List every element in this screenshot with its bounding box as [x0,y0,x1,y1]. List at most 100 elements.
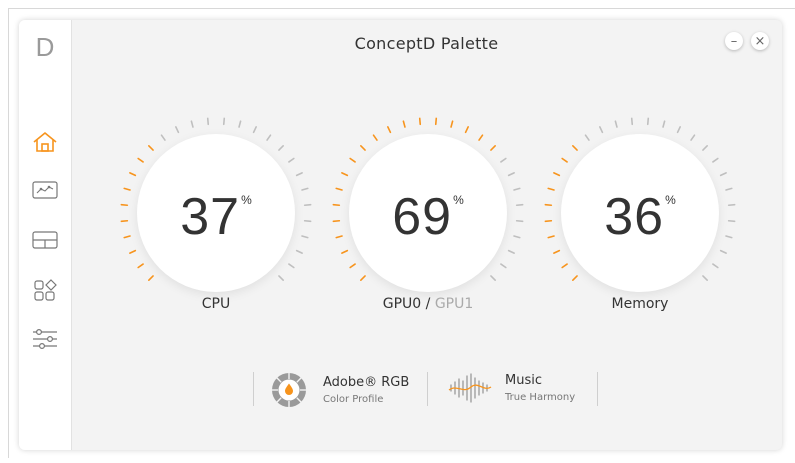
gauge-tick [478,134,484,141]
gauge-tick [123,235,131,239]
gpu-label: GPU0 / GPU1 [328,296,528,312]
gauge-tick [690,134,696,141]
gauge-tick [553,172,561,177]
gauge-tick [332,219,341,223]
sidebar-item-monitor[interactable] [30,178,60,202]
gauge-tick [646,117,650,126]
sidebar-item-home[interactable] [30,130,60,154]
memory-label: Memory [540,296,740,312]
gauge-tick [137,157,144,163]
gauge-tick [120,219,129,223]
gauge-tick [278,145,284,151]
gauge-tick [561,157,568,163]
gauge-tick [727,219,736,223]
gauge-tick [712,263,719,269]
gauge-tick [544,219,553,223]
gauge-tick [719,249,727,254]
gauge-tick [662,120,666,128]
gpu1-tab[interactable]: GPU1 [435,296,473,312]
gpu-gauge-disc: 69% [349,134,507,292]
gauge-tick [360,275,366,281]
gauge-tick [490,275,496,281]
gauge-tick [288,263,295,269]
home-icon [33,132,57,152]
gauge-tick [630,117,634,126]
window-title: ConceptD Palette [354,34,499,53]
gauge-tick [547,235,555,239]
gauge-tick [341,249,349,254]
gauge-tick [727,203,736,207]
gauge-tick [614,120,618,128]
sidebar-item-apps[interactable] [30,278,60,302]
gauge-tick [301,187,309,191]
gauge-tick [372,134,378,141]
gauge-tick [120,203,129,207]
sidebar-item-settings[interactable] [30,327,60,351]
audio-mode-title: Music [505,373,542,388]
gauge-tick [513,235,521,239]
gauge-tick [387,126,392,134]
gpu-label-separator: / [421,296,435,312]
gauge-tick [434,117,438,126]
gpu-usage-value: 69 [392,188,453,246]
divider-right [597,372,598,406]
gauge-tick [295,249,303,254]
gauge-tick [702,145,708,151]
gauge-tick [515,219,524,223]
gauge-tick [464,126,469,134]
gauge-tick [572,145,578,151]
gauge-tick [553,249,561,254]
gauge-tick [206,117,210,126]
memory-usage-value: 36 [604,188,665,246]
gpu-usage-unit: % [453,193,464,207]
gauge-tick [507,172,515,177]
apps-icon [34,279,57,301]
audio-mode-button[interactable]: Music True Harmony [447,370,575,406]
gauge-tick [123,187,131,191]
gauge-tick [266,134,272,141]
sliders-icon [33,328,57,350]
gauge-tick [303,219,312,223]
sidebar: D [19,20,72,450]
layout-icon [32,231,58,249]
color-profile-icon [271,372,307,408]
gauge-tick [676,126,681,134]
gauge-tick [544,203,553,207]
gauge-tick [341,172,349,177]
sidebar-item-layout[interactable] [30,228,60,252]
gauge-tick [148,275,154,281]
gauge-tick [137,263,144,269]
cpu-label-text: CPU [201,296,231,312]
gauge-tick [160,134,166,141]
gpu0-tab[interactable]: GPU0 [383,296,421,312]
app-window: D ConceptD Palette – × 37% CPU 69% GPU0 … [19,20,782,450]
gauge-tick [148,145,154,151]
gauge-tick [599,126,604,134]
gauge-tick [238,120,242,128]
cpu-gauge-disc: 37% [137,134,295,292]
gauge-tick [129,172,137,177]
close-button[interactable]: × [751,32,769,50]
gauge-tick [500,263,507,269]
gauge-tick [301,235,309,239]
gauge-tick [303,203,312,207]
minimize-button[interactable]: – [725,32,743,50]
gpu-gauge: 69% [328,113,528,313]
color-profile-subtitle: Color Profile [323,394,384,405]
color-profile-button[interactable]: Adobe® RGB Color Profile [269,370,409,410]
memory-label-text: Memory [611,296,669,312]
app-logo: D [35,32,55,62]
color-profile-title: Adobe® RGB [323,375,410,390]
gauge-tick [222,117,226,126]
gauge-tick [349,157,356,163]
memory-gauge-disc: 36% [561,134,719,292]
gauge-tick [500,157,507,163]
gauge-tick [335,187,343,191]
monitor-chart-icon [32,181,58,199]
cpu-usage-value: 37 [180,188,241,246]
gauge-tick [719,172,727,177]
divider-middle [427,372,428,406]
cpu-usage-unit: % [241,193,252,207]
gauge-tick [513,187,521,191]
gauge-tick [288,157,295,163]
